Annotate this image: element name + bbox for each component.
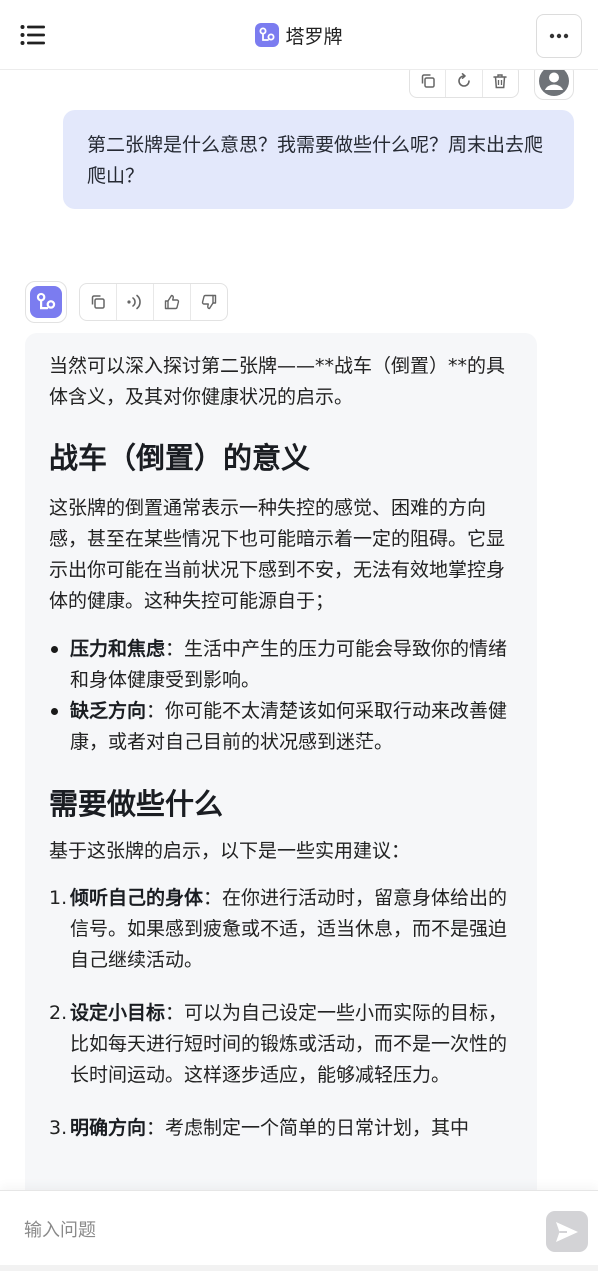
dislike-button[interactable] <box>191 284 227 320</box>
list-item-title: 倾听自己的身体 <box>70 887 204 909</box>
tarot-logo-icon <box>255 23 280 47</box>
user-message-text: 第二张牌是什么意思？我需要做些什么呢？周末出去爬爬山？ <box>87 134 544 187</box>
thumbs-down-icon <box>201 294 217 310</box>
chat-app: 塔罗牌 第二张牌是什么意思？我需要做些什么呢？周末出去爬爬山？ 当然可以深入探讨… <box>0 0 598 1271</box>
section-heading: 战车（倒置）的意义 <box>49 441 311 475</box>
list-item: 1. 倾听自己的身体：在你进行活动时，留意身体给出的信号。如果感到疲惫或不适，适当… <box>49 883 513 976</box>
advice-intro-paragraph: 基于这张牌的启示，以下是一些实用建议： <box>49 840 411 862</box>
send-button[interactable] <box>546 1211 588 1252</box>
list-number: 1. <box>49 887 68 909</box>
read-aloud-button[interactable] <box>117 284 154 320</box>
copy-icon <box>91 295 105 309</box>
trash-icon <box>493 74 508 89</box>
copy-icon <box>421 74 435 88</box>
brand: 塔罗牌 <box>0 21 598 49</box>
list-item: 压力和焦虑：生活中产生的压力可能会导致你的情绪和身体健康受到影响。 <box>49 634 513 696</box>
speaker-icon <box>127 294 141 310</box>
thumbs-up-icon <box>164 294 180 310</box>
ellipsis-icon <box>549 33 569 39</box>
list-item: 2. 设定小目标：可以为自己设定一些小而实际的目标，比如每天进行短时间的锻炼或活动… <box>49 998 513 1091</box>
list-number: 3. <box>49 1117 68 1139</box>
list-item-title: 明确方向 <box>70 1117 147 1139</box>
list-item-title: 缺乏方向 <box>70 700 147 722</box>
section-heading: 需要做些什么 <box>49 787 224 821</box>
list-number: 2. <box>49 1002 68 1024</box>
meaning-paragraph: 这张牌的倒置通常表示一种失控的感觉、困难的方向感，甚至在某些情况下也可能暗示着一… <box>49 497 506 612</box>
user-message-bubble: 第二张牌是什么意思？我需要做些什么呢？周末出去爬爬山？ <box>63 110 574 209</box>
question-input[interactable] <box>0 1191 530 1269</box>
list-item-title: 设定小目标 <box>70 1002 166 1024</box>
bottom-strip <box>0 1265 598 1271</box>
intro-paragraph: 当然可以深入探讨第二张牌——**战车（倒置）**的具体含义，及其对你健康状况的启… <box>49 355 506 408</box>
page-title: 塔罗牌 <box>285 25 343 48</box>
more-options-button[interactable] <box>536 14 582 58</box>
composer-bar <box>0 1190 598 1271</box>
assistant-message-bubble: 当然可以深入探讨第二张牌——**战车（倒置）**的具体含义，及其对你健康状况的启… <box>25 333 537 1233</box>
regenerate-icon <box>458 73 470 87</box>
list-item-title: 压力和焦虑 <box>70 638 166 660</box>
list-item: 3. 明确方向：考虑制定一个简单的日常计划，其中 <box>49 1113 513 1144</box>
assistant-avatar <box>25 281 67 323</box>
copy-button[interactable] <box>80 284 117 320</box>
top-header: 塔罗牌 <box>0 0 598 70</box>
numbered-list: 1. 倾听自己的身体：在你进行活动时，留意身体给出的信号。如果感到疲惫或不适，适当… <box>49 883 513 1144</box>
send-icon <box>556 1221 578 1242</box>
like-button[interactable] <box>154 284 191 320</box>
tarot-logo-icon <box>30 286 62 318</box>
bullet-list: 压力和焦虑：生活中产生的压力可能会导致你的情绪和身体健康受到影响。 缺乏方向：你… <box>49 634 513 758</box>
list-item-text: ：考虑制定一个简单的日常计划，其中 <box>146 1117 470 1139</box>
assistant-message-actions <box>79 283 228 321</box>
list-item: 缺乏方向：你可能不太清楚该如何采取行动来改善健康，或者对自己目前的状况感到迷茫。 <box>49 696 513 758</box>
